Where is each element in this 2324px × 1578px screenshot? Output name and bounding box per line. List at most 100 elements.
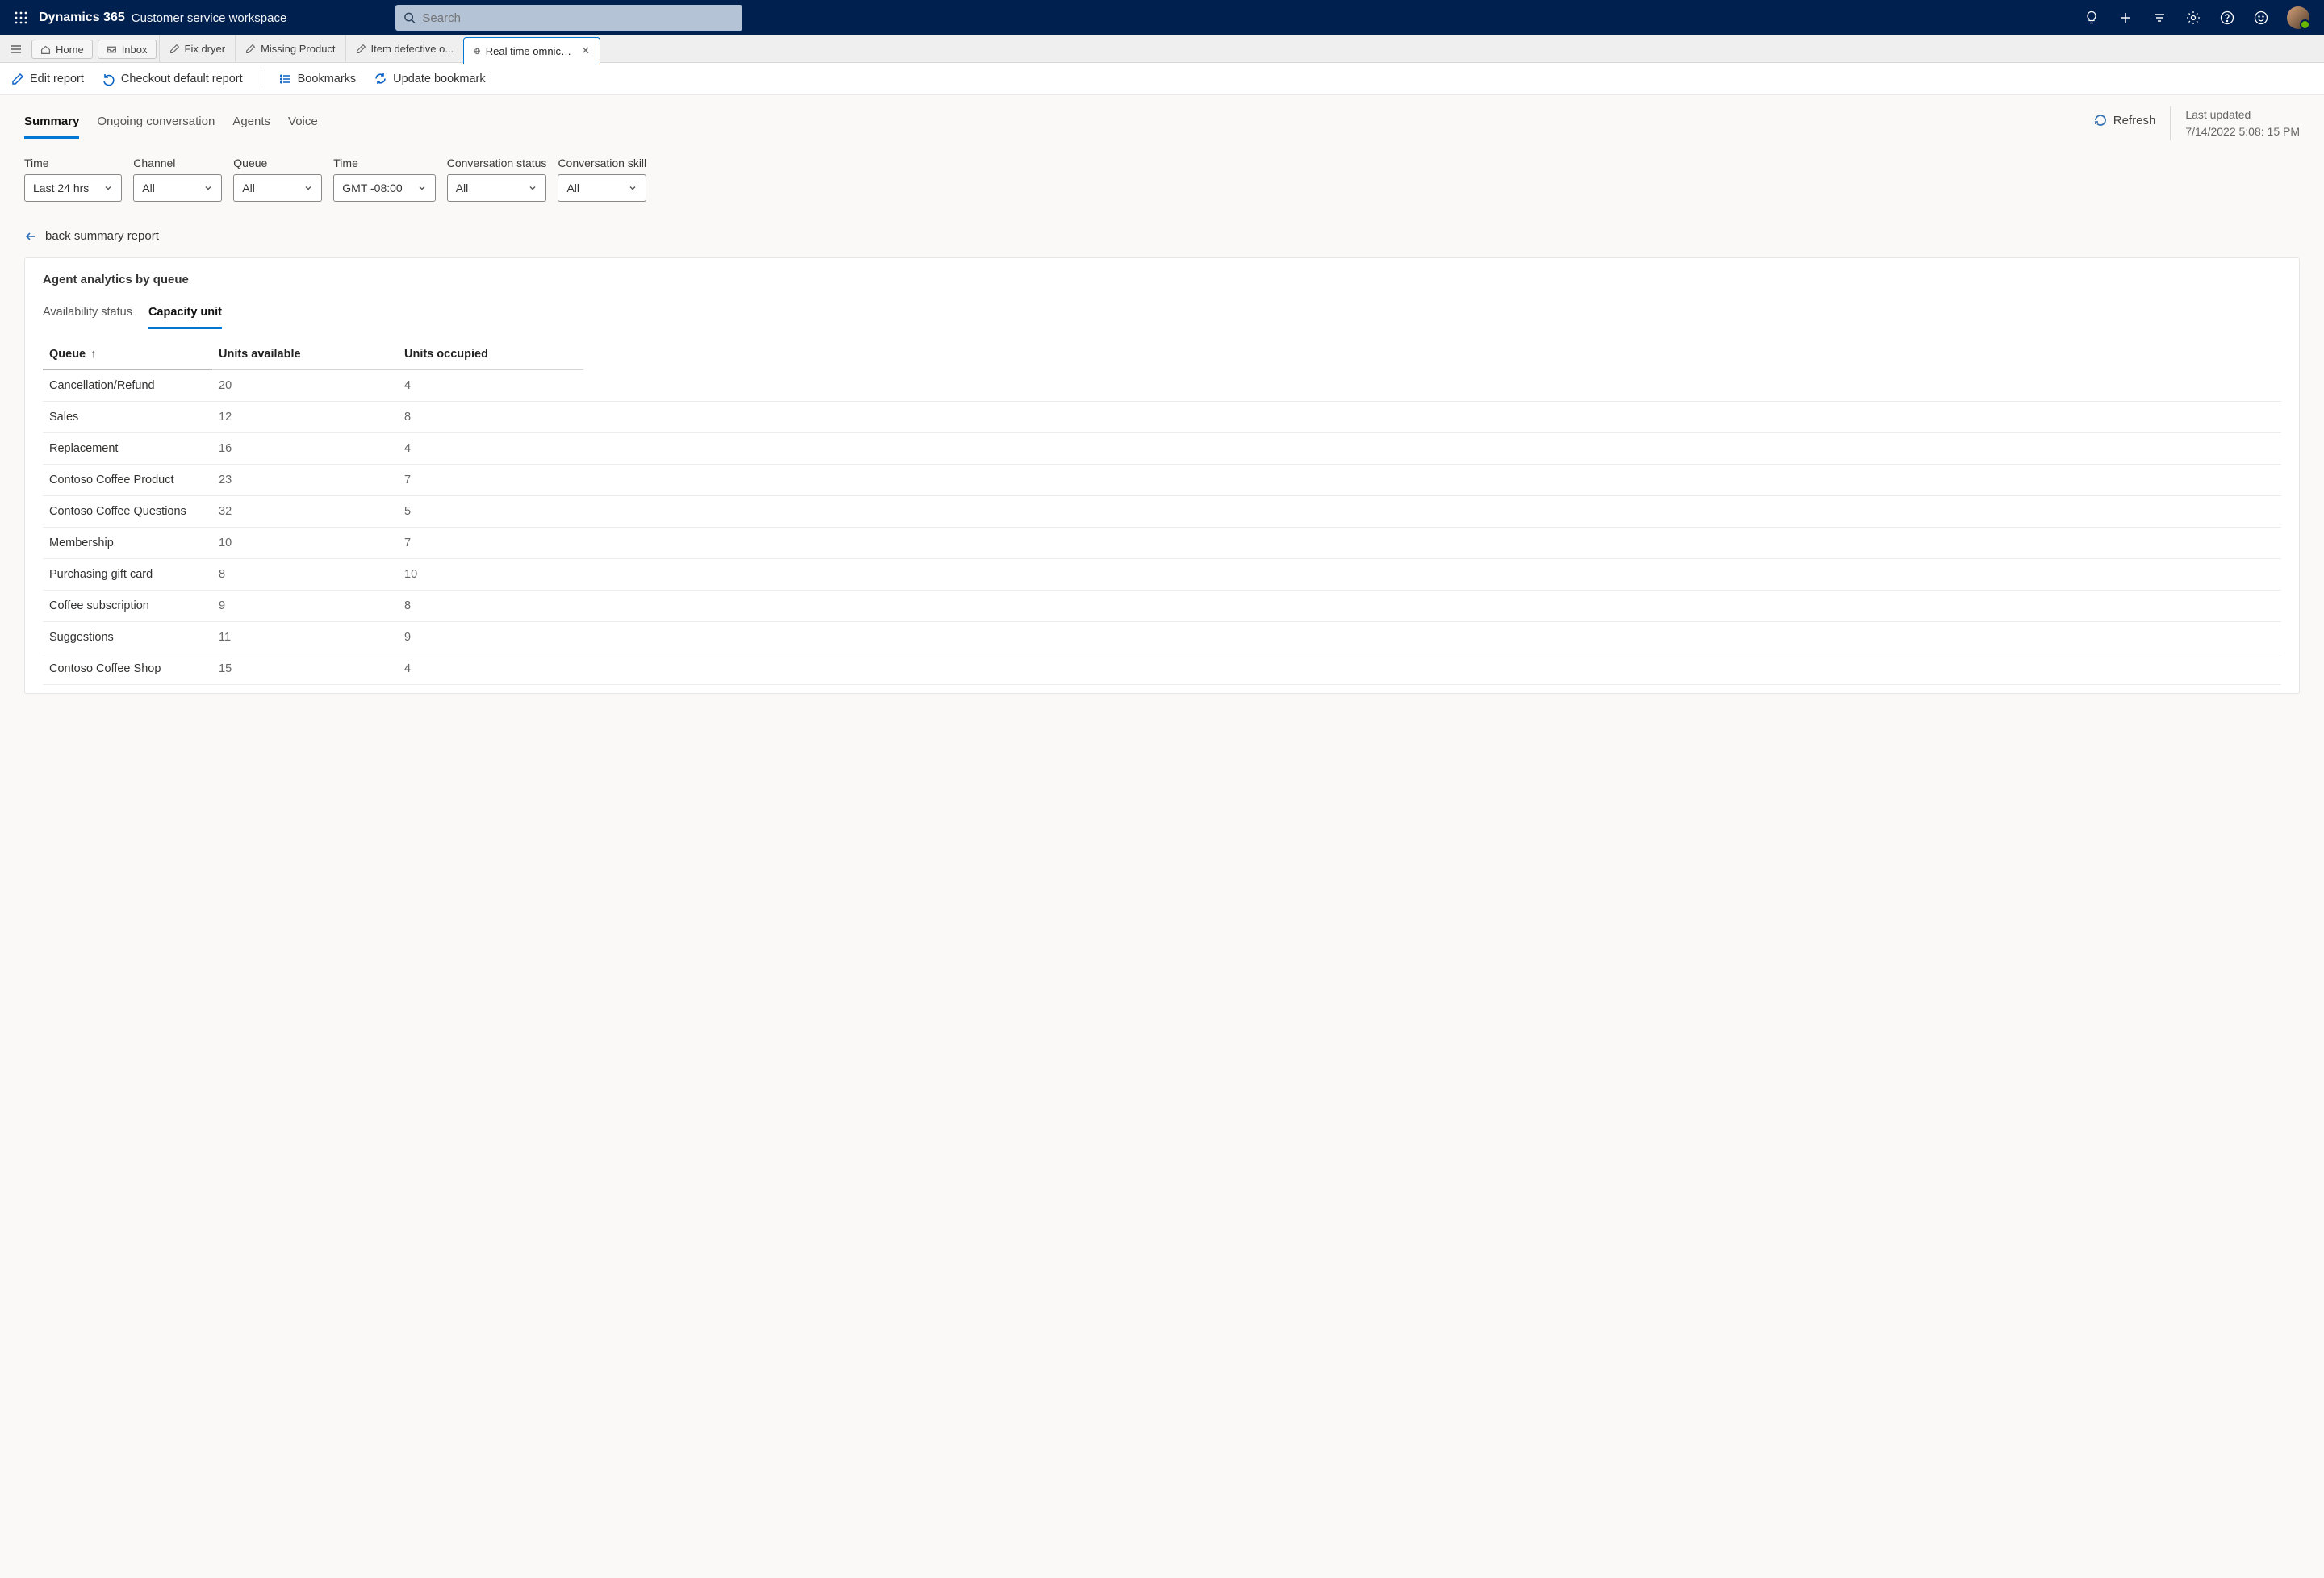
tab-label: Item defective o... [371,43,454,55]
col-units-available[interactable]: Units available [212,340,398,369]
filter-queue-2: Queue All [233,157,322,202]
filter-select[interactable]: All [133,174,222,202]
smiley-icon[interactable] [2253,10,2269,26]
filter-value: GMT -08:00 [342,182,402,194]
pencil-icon [245,44,256,54]
col-units-occupied[interactable]: Units occupied [398,340,583,369]
report-action-bar: Edit report Checkout default report Book… [0,63,2324,95]
filter-select[interactable]: All [233,174,322,202]
filter-select[interactable]: Last 24 hrs [24,174,122,202]
cell-occupied: 5 [398,496,583,528]
cell-available: 10 [212,528,398,559]
refresh-circle-icon [2093,113,2108,127]
table-row[interactable]: Replacement 16 4 [43,433,2281,465]
brand-name: Dynamics 365 [39,10,125,25]
filter-row: Time Last 24 hrs Channel All Queue All T… [24,157,2300,202]
filter-label: Conversation status [447,157,547,169]
filter-value: Last 24 hrs [33,182,89,194]
cell-available: 20 [212,369,398,402]
home-pill[interactable]: Home [31,40,93,59]
arrow-left-icon [24,230,37,243]
filter-value: All [566,182,579,194]
help-icon[interactable] [2219,10,2235,26]
card-sub-tabs: Availability status Capacity unit [43,301,2281,330]
table-row[interactable]: Contoso Coffee Shop 15 4 [43,653,2281,685]
filter-channel-1: Channel All [133,157,222,202]
hamburger-icon[interactable] [3,35,29,62]
inbox-label: Inbox [122,44,148,56]
filter-value: All [456,182,469,194]
sort-asc-icon: ↑ [90,348,96,361]
inbox-pill[interactable]: Inbox [98,40,157,59]
cell-available: 8 [212,559,398,591]
table-row[interactable]: Suggestions 11 9 [43,622,2281,653]
table-row[interactable]: Membership 10 7 [43,528,2281,559]
cell-available: 9 [212,591,398,622]
table-row[interactable]: Contoso Coffee Product 23 7 [43,465,2281,496]
filter-select[interactable]: All [558,174,646,202]
chevron-down-icon [417,183,427,193]
cell-queue: Contoso Coffee Product [43,465,212,496]
page-tab-voice[interactable]: Voice [288,110,318,139]
workspace-tab[interactable]: Missing Product [235,35,345,62]
tab-label: Missing Product [261,43,335,55]
page-tab-summary[interactable]: Summary [24,110,79,139]
page-tab-agents[interactable]: Agents [232,110,270,139]
checkout-report-button[interactable]: Checkout default report [102,72,243,86]
table-row[interactable]: Cancellation/Refund 20 4 [43,369,2281,402]
sub-tab-capacity-unit[interactable]: Capacity unit [148,301,222,329]
chevron-down-icon [103,183,113,193]
cell-available: 11 [212,622,398,653]
page-tab-ongoing-conversation[interactable]: Ongoing conversation [97,110,215,139]
cell-queue: Suggestions [43,622,212,653]
bookmarks-button[interactable]: Bookmarks [279,73,357,86]
search-icon [403,11,416,24]
sub-tab-availability-status[interactable]: Availability status [43,301,132,329]
workspace-name: Customer service workspace [132,11,287,25]
col-queue[interactable]: Queue↑ [43,340,212,369]
tab-label: Fix dryer [185,43,226,55]
filter-time-3: Time GMT -08:00 [333,157,435,202]
pencil-icon [169,44,180,54]
close-icon[interactable]: ✕ [581,44,590,57]
cell-available: 12 [212,402,398,433]
chevron-down-icon [628,183,637,193]
table-row[interactable]: Contoso Coffee Questions 32 5 [43,496,2281,528]
edit-report-button[interactable]: Edit report [11,73,84,86]
table-row[interactable]: Coffee subscription 9 8 [43,591,2281,622]
workspace-tab[interactable]: Real time omnichannel an...✕ [463,37,600,64]
cell-available: 23 [212,465,398,496]
list-icon [279,73,292,86]
filter-select[interactable]: All [447,174,547,202]
update-bookmark-button[interactable]: Update bookmark [374,72,485,86]
filter-select[interactable]: GMT -08:00 [333,174,435,202]
undo-icon [102,72,115,86]
app-launcher-icon[interactable] [8,5,34,31]
pencil-icon [356,44,366,54]
cell-available: 16 [212,433,398,465]
back-summary-link[interactable]: back summary report [24,229,2300,243]
refresh-icon [374,72,387,86]
inbox-icon [107,44,117,55]
gear-icon[interactable] [2185,10,2201,26]
global-search[interactable] [395,5,742,31]
workspace-tab[interactable]: Fix dryer [159,35,236,62]
workspace-tabstrip: Home Inbox Fix dryer Missing Product Item … [0,35,2324,63]
cell-queue: Contoso Coffee Shop [43,653,212,685]
agent-analytics-card: Agent analytics by queue Availability st… [24,257,2300,694]
cell-occupied: 8 [398,591,583,622]
table-row[interactable]: Sales 12 8 [43,402,2281,433]
avatar[interactable] [2287,6,2309,29]
workspace-tab[interactable]: Item defective o... [345,35,464,62]
refresh-button[interactable]: Refresh [2093,106,2156,127]
cell-occupied: 9 [398,622,583,653]
search-input[interactable] [422,11,734,25]
lightbulb-icon[interactable] [2084,10,2100,26]
filter-icon[interactable] [2151,10,2167,26]
cell-queue: Purchasing gift card [43,559,212,591]
filter-value: All [142,182,155,194]
filter-conversation-skill-5: Conversation skill All [558,157,646,202]
table-row[interactable]: Purchasing gift card 8 10 [43,559,2281,591]
cell-available: 32 [212,496,398,528]
plus-icon[interactable] [2117,10,2134,26]
